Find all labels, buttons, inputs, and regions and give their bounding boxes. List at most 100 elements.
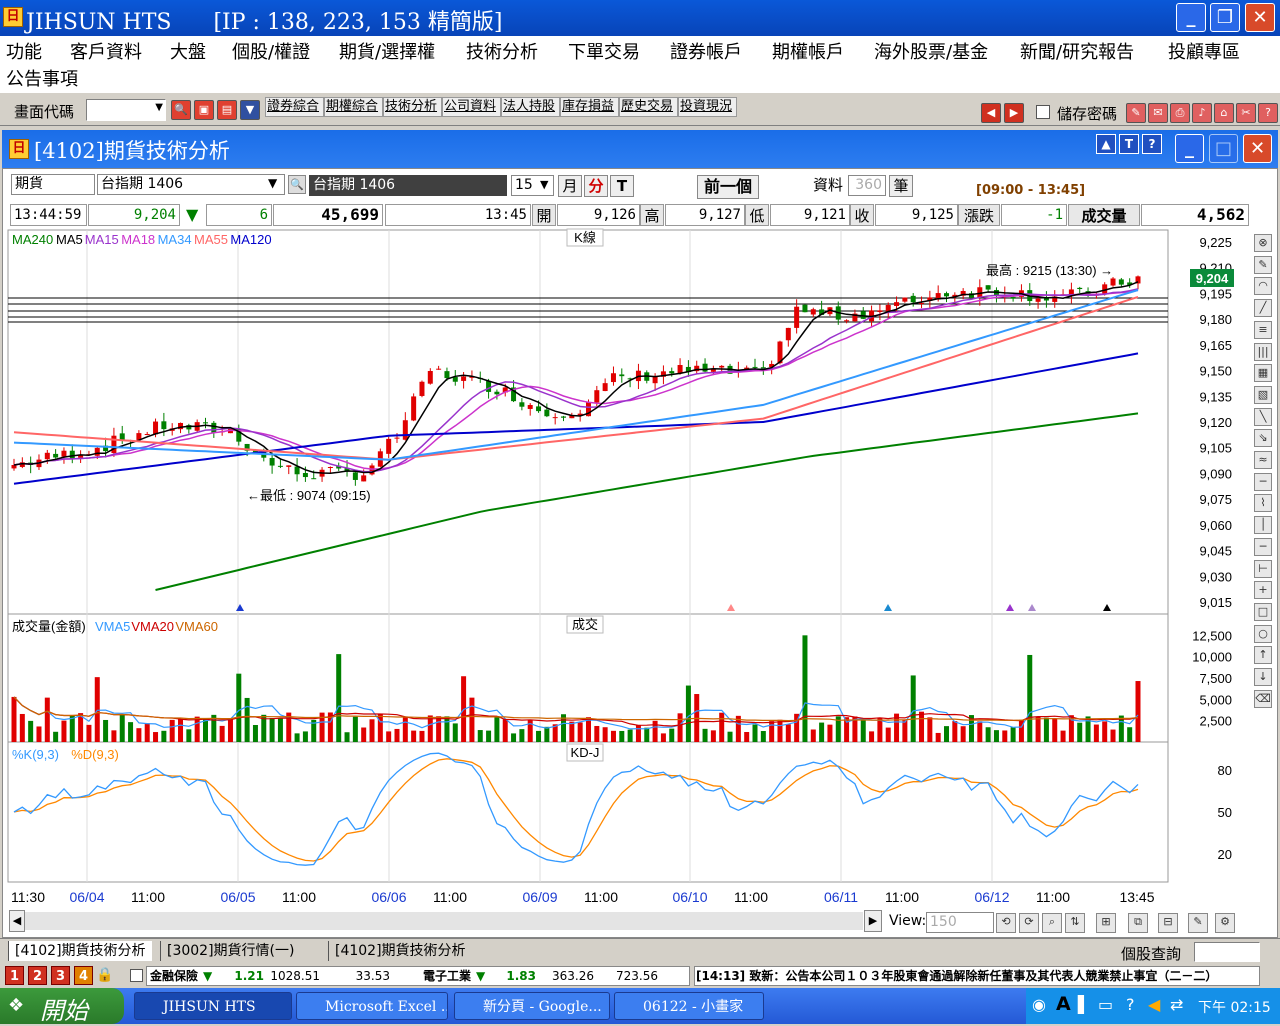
volume-bar — [802, 635, 808, 742]
candle — [552, 417, 558, 419]
x-axis-label: 06/05 — [220, 889, 255, 905]
draw-tool-icon-13[interactable]: │ — [1254, 516, 1272, 535]
volume-bar — [136, 728, 142, 742]
price-tick-label: 9,150 — [1199, 364, 1232, 379]
scroll-left-icon[interactable]: ◀ — [9, 910, 25, 932]
draw-tool-icon-17[interactable]: □ — [1254, 602, 1272, 621]
ticker-page-3[interactable]: 4 — [74, 966, 93, 985]
volume-bar — [369, 719, 375, 742]
draw-tool-icon-16[interactable]: + — [1254, 581, 1272, 600]
window-tab-2[interactable]: [4102]期貨技術分析 — [328, 941, 472, 961]
chart-tool-icon-5[interactable]: ⧉ — [1128, 913, 1148, 933]
volume-bar — [902, 719, 908, 742]
volume-bar — [28, 720, 34, 742]
sector-2-arrow-icon: ▼ — [476, 969, 486, 983]
volume-bar — [219, 725, 225, 742]
stock-query-input[interactable] — [1194, 942, 1260, 962]
stock-query-label: 個股查詢 — [1121, 945, 1182, 963]
volume-bar — [644, 727, 650, 742]
sector-2-volume: 723.56 — [616, 969, 658, 983]
candle — [211, 422, 217, 433]
x-axis-label: 13:45 — [1119, 889, 1154, 905]
tray-icon-2[interactable]: ▌ — [1078, 995, 1090, 1014]
draw-tool-icon-12[interactable]: ⌇ — [1254, 494, 1272, 513]
volume-bar — [785, 724, 791, 742]
chart-tool-icon-1[interactable]: ⟳ — [1019, 913, 1039, 933]
draw-tool-icon-6[interactable]: ▦ — [1254, 364, 1272, 383]
draw-tool-icon-19[interactable]: ↑ — [1254, 646, 1272, 665]
draw-tool-icon-5[interactable]: ||| — [1254, 342, 1272, 361]
ticker-page-0[interactable]: 1 — [5, 966, 24, 985]
candle — [161, 421, 167, 430]
taskbar-task-0[interactable]: JIHSUN HTS — [134, 992, 292, 1020]
candle — [877, 310, 883, 312]
lock-icon[interactable]: 🔒 — [96, 967, 113, 983]
candle — [677, 365, 683, 374]
draw-tool-icon-15[interactable]: ⊢ — [1254, 559, 1272, 578]
help-tray-icon[interactable]: ? — [1126, 995, 1135, 1014]
draw-tool-icon-18[interactable]: ○ — [1254, 624, 1272, 643]
chart-tool-icon-7[interactable]: ✎ — [1188, 913, 1208, 933]
technical-chart[interactable]: 9,2259,2109,1959,1809,1659,1509,1359,120… — [0, 0, 1280, 940]
ma34-line — [13, 289, 1139, 461]
draw-tool-icon-14[interactable]: ─ — [1254, 537, 1272, 556]
draw-tool-icon-8[interactable]: ╲ — [1254, 407, 1272, 426]
sector-1-arrow-icon: ▼ — [203, 969, 213, 983]
draw-tool-icon-2[interactable]: ◠ — [1254, 277, 1272, 296]
window-tab-0[interactable]: [4102]期貨技術分析 — [8, 941, 152, 961]
start-button[interactable]: ❖ 開始 — [0, 988, 124, 1025]
horizontal-scrollbar[interactable] — [25, 912, 863, 930]
tray-arrow-icon[interactable]: ◀ — [1148, 995, 1160, 1014]
keyboard-icon[interactable]: ▭ — [1098, 995, 1113, 1014]
candle — [602, 383, 608, 392]
volume-bar — [960, 726, 966, 742]
draw-tool-icon-3[interactable]: ╱ — [1254, 299, 1272, 318]
chart-tool-icon-2[interactable]: ⌕ — [1042, 913, 1062, 933]
scroll-right-icon[interactable]: ▶ — [864, 910, 882, 932]
volume-bar — [977, 721, 983, 742]
candle — [286, 465, 292, 467]
volume-bar — [511, 733, 517, 742]
taskbar-task-3[interactable]: 06122 - 小畫家 — [614, 992, 764, 1020]
draw-tool-icon-20[interactable]: ↓ — [1254, 668, 1272, 686]
kd-panel — [7, 741, 1169, 883]
draw-tool-icon-1[interactable]: ✎ — [1254, 255, 1272, 274]
kd-tick-label: 50 — [1218, 805, 1232, 820]
window-tab-1[interactable]: [3002]期貨行情(一) — [160, 941, 300, 961]
draw-tool-icon-21[interactable]: ⌫ — [1254, 689, 1272, 708]
volume-tick-label: 7,500 — [1199, 671, 1232, 686]
volume-bar — [69, 715, 75, 742]
chart-tool-icon-6[interactable]: ⊟ — [1158, 913, 1178, 933]
draw-tool-icon-4[interactable]: ≡ — [1254, 320, 1272, 339]
x-axis-label: 06/12 — [974, 889, 1009, 905]
volume-bar — [669, 728, 675, 742]
draw-tool-icon-10[interactable]: ≈ — [1254, 451, 1272, 469]
draw-tool-icon-11[interactable]: ─ — [1254, 472, 1272, 491]
volume-bar — [502, 719, 508, 742]
network-icon[interactable]: ⇄ — [1170, 995, 1183, 1014]
x-axis-label: 11:30 — [11, 889, 45, 905]
view-count-input[interactable]: 150 — [926, 912, 994, 933]
ticker-page-2[interactable]: 3 — [51, 966, 70, 985]
volume-bar — [877, 717, 883, 742]
candle — [561, 416, 567, 418]
chart-tool-icon-0[interactable]: ⟲ — [996, 913, 1016, 933]
volume-bar — [436, 716, 442, 742]
draw-tool-icon-9[interactable]: ⇘ — [1254, 429, 1272, 448]
chart-tool-icon-8[interactable]: ⚙ — [1215, 913, 1235, 933]
tray-icon-1[interactable]: ◉ — [1032, 995, 1046, 1014]
taskbar-task-1[interactable]: Microsoft Excel ... — [296, 992, 448, 1020]
taskbar-task-2[interactable]: 新分頁 - Google... — [454, 992, 610, 1020]
volume-bar — [727, 731, 733, 742]
volume-bar — [719, 712, 725, 742]
legend-kd-1: %D(9,3) — [71, 747, 119, 762]
chart-tool-icon-4[interactable]: ⊞ — [1096, 913, 1116, 933]
ticker-page-1[interactable]: 2 — [28, 966, 47, 985]
ticker-checkbox[interactable] — [130, 969, 143, 982]
draw-tool-icon-7[interactable]: ▧ — [1254, 385, 1272, 404]
volume-bar — [610, 730, 616, 742]
price-tick-label: 9,180 — [1199, 312, 1232, 327]
chart-tool-icon-3[interactable]: ⇅ — [1065, 913, 1085, 933]
ime-icon[interactable]: A — [1056, 993, 1071, 1015]
draw-tool-icon-0[interactable]: ⊗ — [1254, 234, 1272, 252]
